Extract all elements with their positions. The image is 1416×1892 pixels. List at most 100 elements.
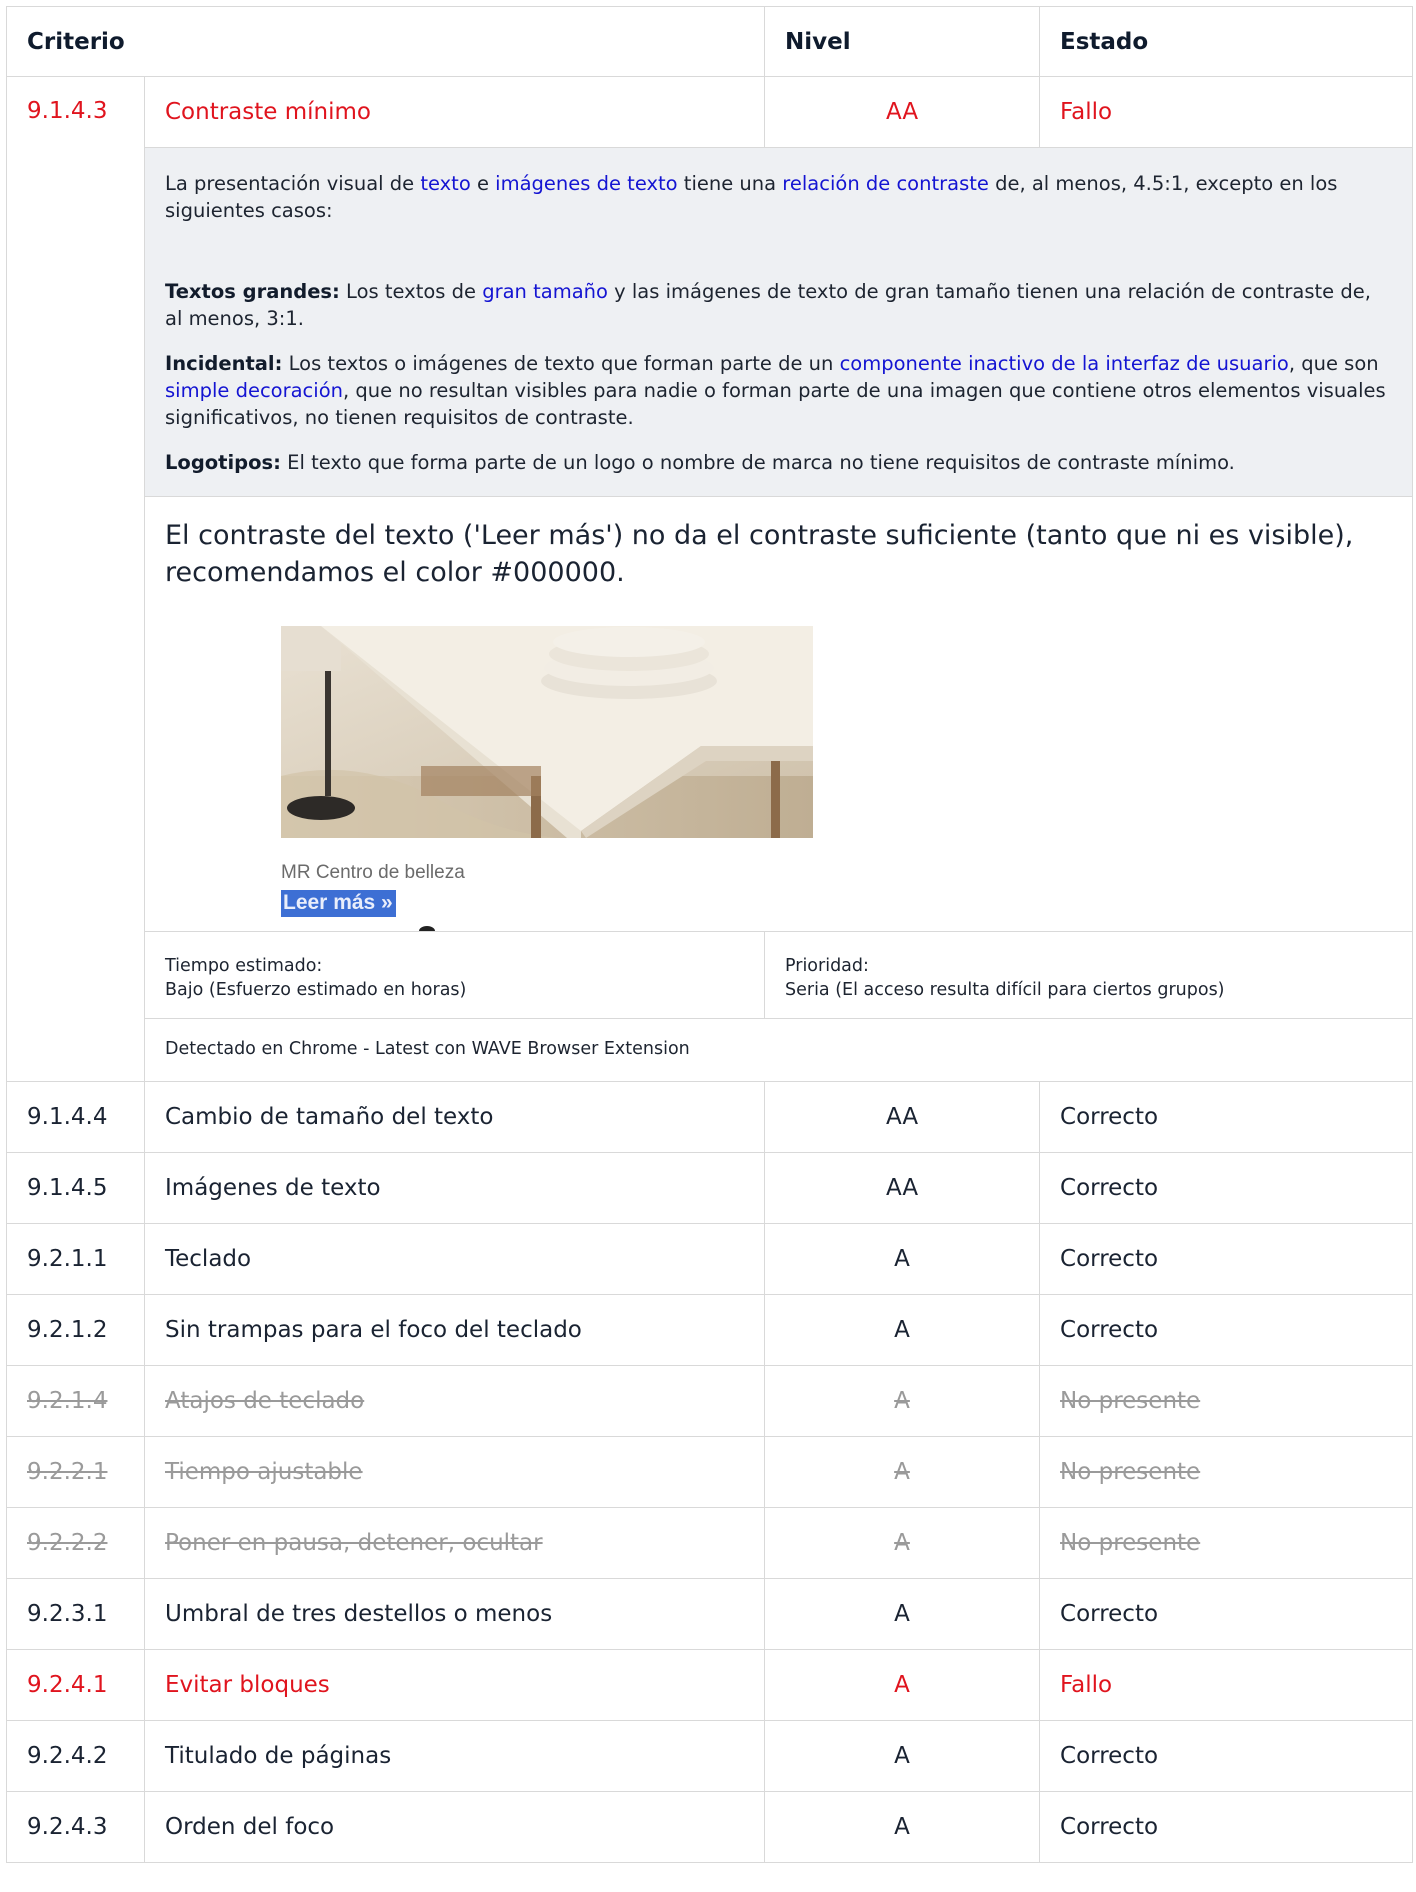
table-row[interactable]: 9.2.3.1 Umbral de tres destellos o menos A… [6,1578,1414,1650]
failed-detail-row: La presentación visual de texto e imágen… [7,147,1414,1082]
criterion-level: A [764,1649,1041,1721]
criteria-table: Criterio Nivel Estado 9.1.4.3 Contraste … [5,6,1414,1863]
criterion-title: Poner en pausa, detener, ocultar [143,1507,766,1579]
table-row[interactable]: 9.2.4.3 Orden del foco A Correcto [6,1791,1414,1863]
read-more-link[interactable]: Leer más » [281,890,396,917]
table-row[interactable]: 9.2.2.2 Poner en pausa, detener, ocultar A… [6,1507,1414,1579]
priority-value: Seria (El acceso resulta difícil para ci… [785,980,1225,1000]
requirement-intro: La presentación visual de texto e imágen… [165,170,1392,224]
table-row-failed[interactable]: 9.1.4.3 Contraste mínimo AA Fallo [6,76,1414,1082]
finding-section: El contraste del texto ('Leer más') no d… [145,497,1413,932]
criterion-status: Correcto [1039,1791,1414,1863]
criterion-level: A [764,1365,1041,1437]
criterion-id: 9.1.4.5 [6,1152,145,1224]
evidence-screenshot: MR Centro de belleza Leer más » [281,626,813,931]
criterion-title: Titulado de páginas [143,1720,766,1792]
criterion-level: AA [764,1081,1041,1153]
criterion-id: 9.2.1.2 [6,1294,145,1366]
criterion-level: AA [764,1152,1041,1224]
label: Logotipos: [165,451,281,474]
criterion-status: No presente [1039,1365,1414,1437]
spa-bed-photo [281,626,813,838]
criterion-id: 9.2.3.1 [6,1578,145,1650]
criterion-status: Fallo [1039,1649,1414,1721]
text: , que son [1288,352,1379,375]
criterion-id: 9.2.2.1 [6,1436,145,1508]
table-row[interactable]: 9.2.1.2 Sin trampas para el foco del tecl… [6,1294,1414,1366]
table-row[interactable]: 9.2.4.2 Titulado de páginas A Correcto [6,1720,1414,1792]
text: Los textos de [339,280,483,303]
criterion-id: 9.2.1.4 [6,1365,145,1437]
table-row[interactable]: 9.2.1.4 Atajos de teclado A No presente [6,1365,1414,1437]
criterion-level: A [764,1507,1041,1579]
header-level: Nivel [764,6,1041,77]
criterion-title: Contraste mínimo [143,76,766,148]
criterion-level: A [764,1578,1041,1650]
criterion-id: 9.1.4.4 [6,1081,145,1153]
criterion-level: A [764,1294,1041,1366]
detected-by: Detectado en Chrome - Latest con WAVE Br… [165,1039,690,1059]
header-criterion: Criterio [5,6,766,77]
link-imagenes-de-texto[interactable]: imágenes de texto [495,172,677,195]
criterion-id: 9.2.1.1 [6,1223,145,1295]
requirement-large-text: Textos grandes: Los textos de gran tamañ… [165,278,1392,332]
criterion-id: 9.2.2.2 [6,1507,145,1579]
table-row[interactable]: 9.2.1.1 Teclado A Correcto [6,1223,1414,1295]
criterion-title: Tiempo ajustable [143,1436,766,1508]
criterion-status: Fallo [1039,76,1414,148]
criterion-title: Imágenes de texto [143,1152,766,1224]
criterion-title: Cambio de tamaño del texto [143,1081,766,1153]
criterion-title: Teclado [143,1223,766,1295]
criterion-title: Atajos de teclado [143,1365,766,1437]
criterion-title: Sin trampas para el foco del teclado [143,1294,766,1366]
criterion-level: A [764,1436,1041,1508]
text: e [470,172,496,195]
table-row[interactable]: 9.1.4.4 Cambio de tamaño del texto AA Corre… [6,1081,1414,1153]
time-estimate: Tiempo estimado: Bajo (Esfuerzo estimado … [145,932,765,1018]
criterion-id: 9.2.4.3 [6,1791,145,1863]
failed-detail-cell: La presentación visual de texto e imágen… [143,147,1414,1082]
link-componente-inactivo[interactable]: componente inactivo de la interfaz de us… [840,352,1289,375]
header-status: Estado [1039,6,1414,77]
label: Incidental: [165,352,283,375]
criterion-level: A [764,1720,1041,1792]
criterion-status: Correcto [1039,1152,1414,1224]
label: Textos grandes: [165,280,340,303]
requirement-incidental: Incidental: Los textos o imágenes de tex… [165,350,1392,431]
criterion-id: 9.1.4.3 [6,76,145,1082]
cursor-fragment-icon [419,926,435,931]
text: , que no resultan visibles para nadie o … [165,379,1386,429]
table-header-row: Criterio Nivel Estado [5,6,1414,77]
link-gran-tamano[interactable]: gran tamaño [482,280,608,303]
priority-label: Prioridad: [785,956,869,976]
text: El texto que forma parte de un logo o no… [280,451,1235,474]
criterion-status: No presente [1039,1507,1414,1579]
criterion-id: 9.2.4.2 [6,1720,145,1792]
criterion-status: Correcto [1039,1294,1414,1366]
criterion-status: Correcto [1039,1223,1414,1295]
link-texto[interactable]: texto [420,172,470,195]
estimate-priority-row: Tiempo estimado: Bajo (Esfuerzo estimado … [145,932,1413,1019]
text: Los textos o imágenes de texto que forma… [282,352,840,375]
table-row[interactable]: 9.1.4.5 Imágenes de texto AA Correcto [6,1152,1414,1224]
requirement-text: La presentación visual de texto e imágen… [145,148,1413,497]
table-row[interactable]: 9.2.4.1 Evitar bloques A Fallo [6,1649,1414,1721]
table-row[interactable]: 9.2.2.1 Tiempo ajustable A No presente [6,1436,1414,1508]
criterion-level: A [764,1223,1041,1295]
text: tiene una [677,172,783,195]
priority: Prioridad: Seria (El acceso resulta difíc… [765,932,1412,1018]
link-relacion-de-contraste[interactable]: relación de contraste [782,172,989,195]
criterion-title: Evitar bloques [143,1649,766,1721]
requirement-logos: Logotipos: El texto que forma parte de u… [165,449,1392,476]
criterion-level: A [764,1791,1041,1863]
text: La presentación visual de [165,172,421,195]
time-value: Bajo (Esfuerzo estimado en horas) [165,980,467,1000]
time-label: Tiempo estimado: [165,956,323,976]
criterion-status: No presente [1039,1436,1414,1508]
criterion-title: Umbral de tres destellos o menos [143,1578,766,1650]
link-simple-decoracion[interactable]: simple decoración [165,379,343,402]
criterion-status: Correcto [1039,1720,1414,1792]
criteria-table-wrapper: Criterio Nivel Estado 9.1.4.3 Contraste … [5,6,1414,1863]
criterion-id: 9.2.4.1 [6,1649,145,1721]
brand-caption: MR Centro de belleza [281,862,465,883]
